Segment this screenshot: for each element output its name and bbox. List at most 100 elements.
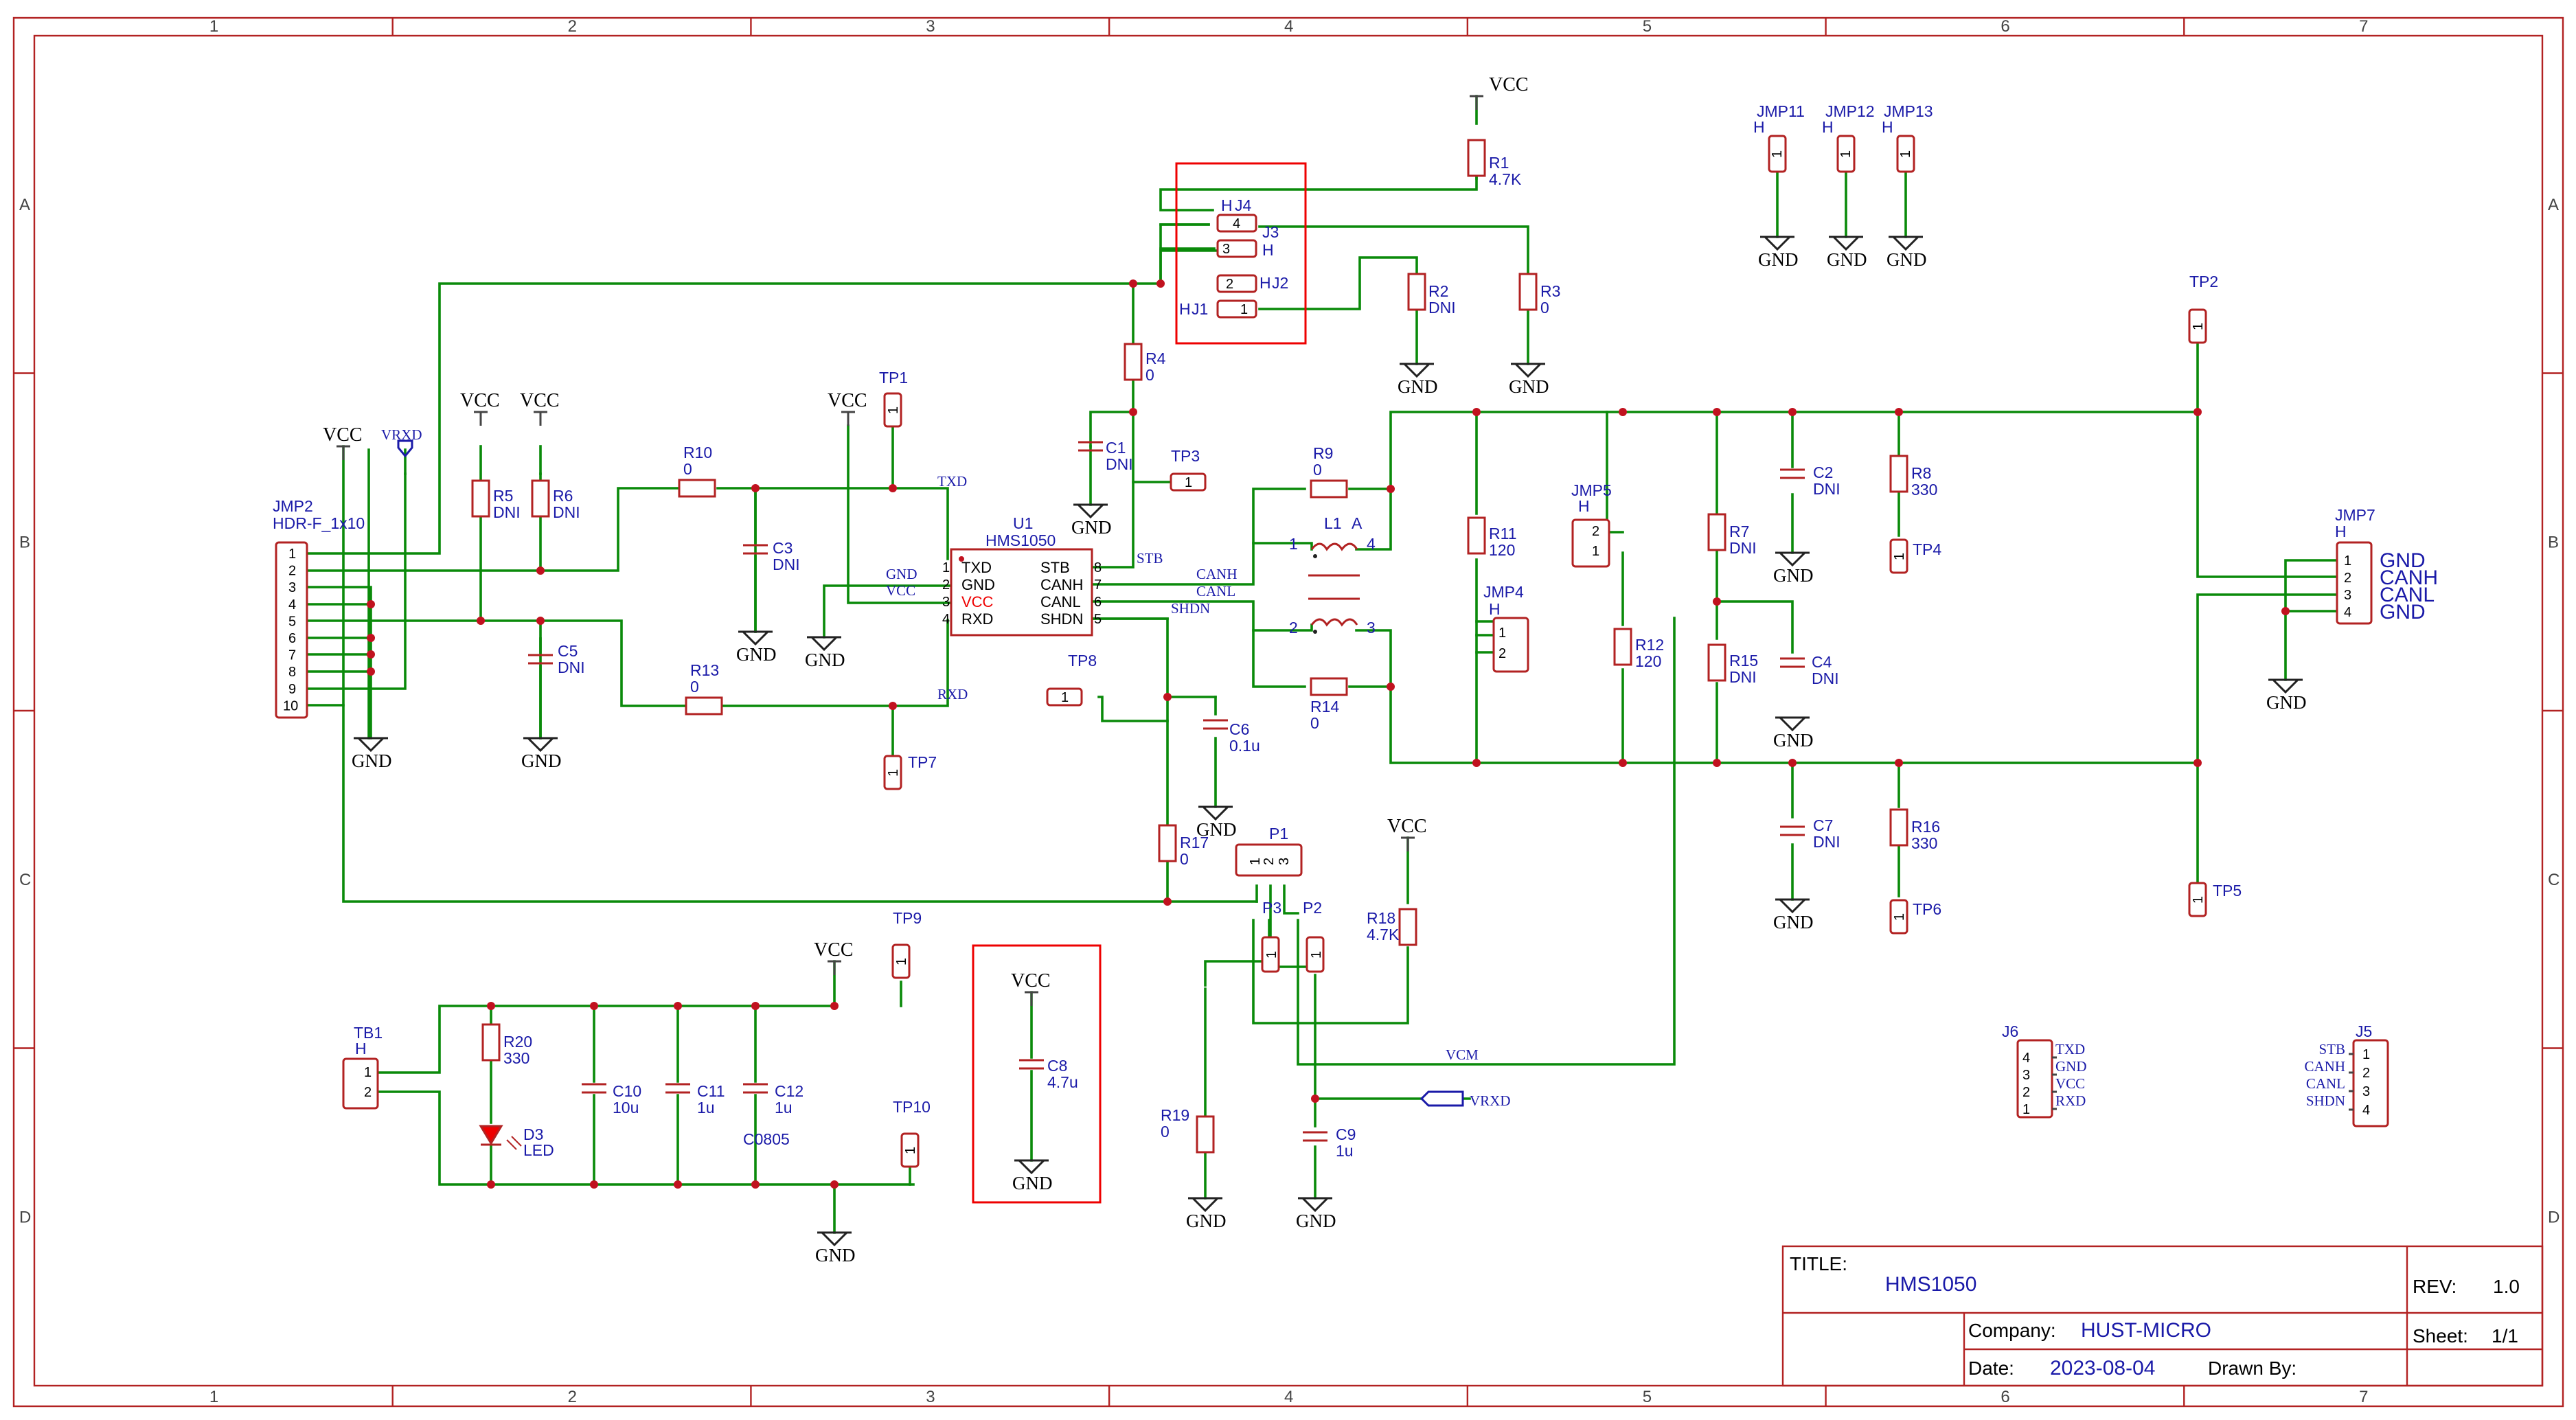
p3-ref: P3 bbox=[1262, 899, 1281, 917]
canl-net-label: CANL bbox=[1196, 583, 1235, 599]
junction-dot bbox=[830, 1002, 839, 1010]
title-block: TITLE: HMS1050 REV: 1.0 Company: HUST-MI… bbox=[1781, 1245, 2544, 1387]
r16-value: 330 bbox=[1911, 834, 1937, 852]
svg-text:1: 1 bbox=[1240, 302, 1248, 317]
j4-ref: J4 bbox=[1235, 196, 1252, 214]
capacitors: C1DNI C2DNIC3DNIC4DNIC5DNIC60.1uC7DNIC84.… bbox=[528, 439, 1840, 1160]
c6-capacitor: C60.1u bbox=[1203, 719, 1260, 755]
jmp12-h: H bbox=[1822, 118, 1834, 136]
testpoint-pin: 1 bbox=[894, 958, 909, 965]
c8-capacitor: C84.7u bbox=[1019, 1057, 1078, 1091]
r9-value: 0 bbox=[1313, 461, 1322, 479]
column-label-bottom: 7 bbox=[2359, 1388, 2368, 1406]
testpoint-pin: 1 bbox=[2191, 896, 2206, 904]
tp4-testpoint: 1 TP4 bbox=[1889, 538, 1941, 574]
p3-connector: P3 1 bbox=[1261, 899, 1281, 973]
c3-capacitor: C3DNI bbox=[743, 539, 800, 573]
r2-value: DNI bbox=[1428, 299, 1456, 317]
column-label-bottom: 2 bbox=[568, 1388, 577, 1406]
l1-pin1: 1 bbox=[1289, 535, 1298, 553]
u1-pin-name: CANL bbox=[1040, 593, 1081, 610]
r1-value: 4.7K bbox=[1489, 170, 1522, 188]
svg-text:1: 1 bbox=[2022, 1102, 2030, 1117]
junction-dot bbox=[590, 1002, 598, 1010]
r4-resistor: R40 bbox=[1124, 343, 1166, 384]
c9-value: 1u bbox=[1336, 1142, 1354, 1160]
d3-value: LED bbox=[523, 1141, 554, 1159]
j2-h: H bbox=[1259, 274, 1271, 292]
c4-ref: C4 bbox=[1812, 653, 1832, 671]
r12-ref: R12 bbox=[1635, 636, 1664, 654]
column-label-top: 6 bbox=[2001, 17, 2009, 36]
r14-resistor: R140 bbox=[1310, 677, 1348, 732]
r16-resistor: R16330 bbox=[1889, 808, 1940, 852]
svg-text:1: 1 bbox=[2344, 553, 2351, 569]
svg-text:1: 1 bbox=[1498, 626, 1506, 641]
r12-resistor: R12120 bbox=[1613, 628, 1664, 670]
r7-ref: R7 bbox=[1729, 523, 1749, 540]
testpoint-pin: 1 bbox=[1061, 690, 1069, 705]
r15-value: DNI bbox=[1729, 668, 1757, 686]
svg-text:2: 2 bbox=[2344, 571, 2351, 586]
l1-coil-bottom bbox=[1310, 618, 1358, 627]
tp2-testpoint: 1 TP2 bbox=[2188, 273, 2218, 344]
junction-dot bbox=[1895, 759, 1903, 767]
sheet-label: Sheet: bbox=[2413, 1325, 2468, 1347]
l1-pin4: 4 bbox=[1367, 535, 1376, 553]
jmp2-ref: JMP2 bbox=[273, 497, 313, 515]
c3-value: DNI bbox=[773, 556, 800, 573]
testpoint-pin: 1 bbox=[1185, 475, 1192, 490]
junction-dot bbox=[751, 1002, 760, 1010]
r9-resistor: R90 bbox=[1310, 444, 1348, 499]
r18-value: 4.7K bbox=[1367, 926, 1400, 943]
testpoints: 1 TP1 1 TP2 1 TP3 1 TP4 1 TP5 1 TP6 1 TP7 1 TP8 1 TP9 1 TP1… bbox=[879, 273, 2242, 1168]
jmp4-ref: JMP4 bbox=[1483, 583, 1524, 601]
r3-resistor: R30 bbox=[1518, 273, 1560, 317]
tp5-testpoint: 1 TP5 bbox=[2188, 882, 2242, 917]
r8-resistor: R8330 bbox=[1889, 455, 1937, 499]
l1-coil-top bbox=[1310, 542, 1358, 551]
jmp13-h: H bbox=[1882, 118, 1893, 136]
u1-pin-number: 8 bbox=[1094, 560, 1102, 575]
r7-resistor: R7DNI bbox=[1707, 513, 1757, 557]
u1-pin-number: 5 bbox=[1094, 612, 1102, 627]
vcc-symbols: VCC VCC VCC VCC VCC VCC VCC VCC bbox=[323, 74, 1529, 1006]
column-label-top: 1 bbox=[209, 17, 218, 36]
svg-text:2: 2 bbox=[1592, 524, 1599, 539]
gnd-symbol: GND bbox=[1887, 249, 1927, 270]
svg-text:1: 1 bbox=[1898, 150, 1913, 158]
r17-value: 0 bbox=[1180, 850, 1189, 868]
l1-pin3: 3 bbox=[1367, 619, 1376, 637]
u1-value: HMS1050 bbox=[985, 531, 1056, 549]
tp9-testpoint: 1 TP9 bbox=[891, 909, 922, 979]
c10-capacitor: C1010u bbox=[582, 1082, 641, 1116]
r6-resistor: R6DNI bbox=[531, 479, 580, 521]
r18-ref: R18 bbox=[1367, 909, 1395, 927]
gnd-symbol: GND bbox=[805, 650, 845, 670]
u1-pin-number: 3 bbox=[942, 595, 950, 610]
junction-dot bbox=[1129, 279, 1137, 288]
gnd-symbol: GND bbox=[1071, 517, 1112, 538]
r11-value: 120 bbox=[1489, 541, 1515, 559]
sheet-value: 1/1 bbox=[2492, 1325, 2518, 1347]
testpoint-pin: 1 bbox=[886, 406, 901, 414]
c7-ref: C7 bbox=[1813, 816, 1833, 834]
u1-pin-name: CANH bbox=[1040, 576, 1083, 593]
junction-dot bbox=[1895, 408, 1903, 416]
junction-dot bbox=[1472, 408, 1481, 416]
r20-ref: R20 bbox=[503, 1033, 532, 1051]
gnd-symbol: GND bbox=[1758, 249, 1799, 270]
c11-ref: C11 bbox=[697, 1082, 725, 1100]
svg-text:2: 2 bbox=[1498, 646, 1506, 661]
c10-value: 10u bbox=[613, 1099, 639, 1116]
svg-text:4: 4 bbox=[2362, 1103, 2370, 1118]
junction-dot bbox=[674, 1002, 682, 1010]
tp9-ref: TP9 bbox=[893, 909, 922, 927]
r2-ref: R2 bbox=[1428, 282, 1448, 300]
svg-text:3: 3 bbox=[1277, 858, 1292, 865]
junction-dot bbox=[2193, 759, 2202, 767]
r13-resistor: R130 bbox=[685, 661, 723, 715]
row-label-right: B bbox=[2548, 533, 2559, 551]
c3-ref: C3 bbox=[773, 539, 793, 557]
c8-value: 4.7u bbox=[1047, 1073, 1078, 1091]
